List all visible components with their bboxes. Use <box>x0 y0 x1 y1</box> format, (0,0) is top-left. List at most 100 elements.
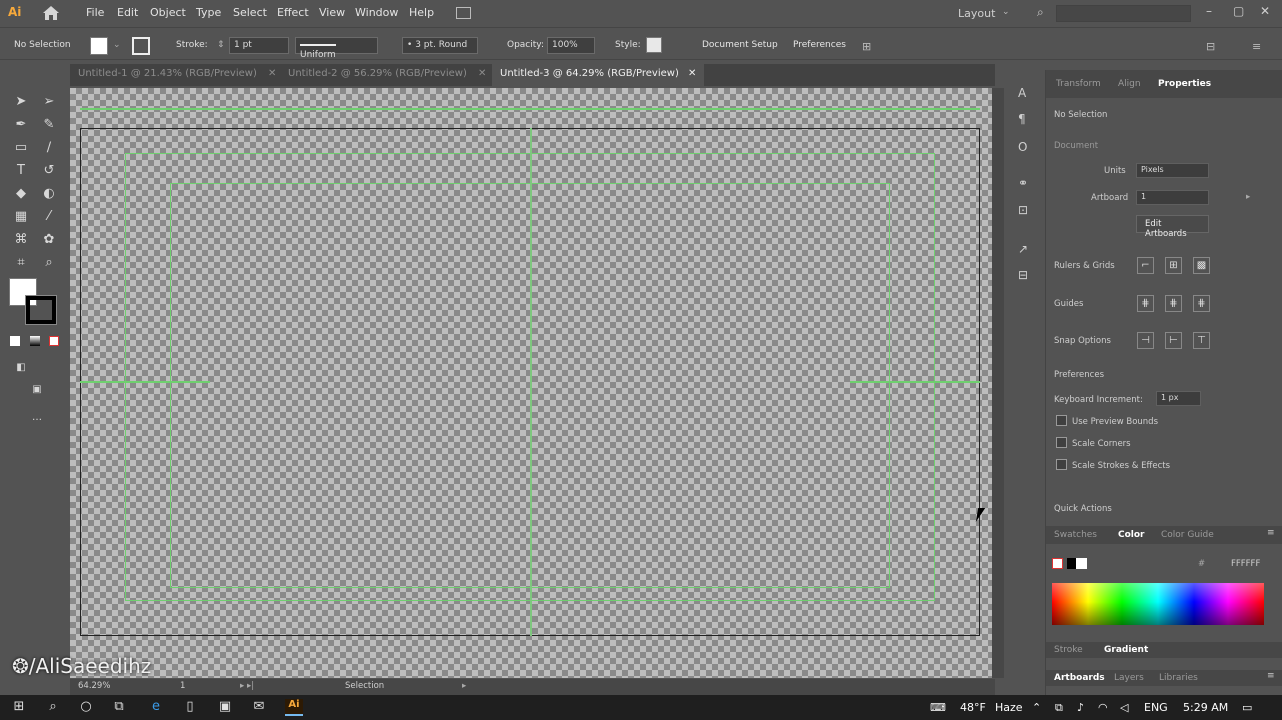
close-icon[interactable]: ✕ <box>688 68 696 79</box>
units-dropdown[interactable]: Pixels <box>1136 163 1209 178</box>
shape-builder-tool-icon[interactable]: ◐ <box>38 182 60 204</box>
menu-window[interactable]: Window <box>355 6 398 19</box>
microphone-icon[interactable]: ♪ <box>1077 701 1084 714</box>
home-icon[interactable] <box>42 5 60 24</box>
artboard-dropdown[interactable]: 1 <box>1136 190 1209 205</box>
tab-layers[interactable]: Layers <box>1114 673 1144 683</box>
opentype-icon[interactable]: O <box>1018 140 1034 156</box>
gradient-tool-icon[interactable]: ▦ <box>10 205 32 227</box>
zoom-tool-icon[interactable]: ⌕ <box>38 251 60 273</box>
tab-color[interactable]: Color <box>1118 530 1145 540</box>
export-icon[interactable]: ↗ <box>1018 242 1034 258</box>
language[interactable]: ENG <box>1144 701 1168 714</box>
none-color-icon[interactable] <box>1052 558 1063 569</box>
wifi-icon[interactable]: ◠ <box>1098 701 1108 714</box>
artboard-tool-icon[interactable]: ⌗ <box>10 251 32 273</box>
brush-tool-icon[interactable]: ∕ <box>38 136 60 158</box>
volume-icon[interactable]: ◁ <box>1120 701 1128 714</box>
tab-artboards[interactable]: Artboards <box>1054 673 1105 683</box>
close-button[interactable]: ✕ <box>1260 4 1270 18</box>
libraries-icon[interactable]: ⊡ <box>1018 203 1034 219</box>
none-mode-icon[interactable] <box>49 336 59 346</box>
tab-transform[interactable]: Transform <box>1056 79 1101 89</box>
cortana-icon[interactable]: ○ <box>77 699 95 716</box>
menu-select[interactable]: Select <box>233 6 267 19</box>
network-icon[interactable]: ⧉ <box>1055 701 1063 715</box>
links-icon[interactable]: ⚭ <box>1018 176 1034 192</box>
tab-untitled-3[interactable]: Untitled-3 @ 64.29% (RGB/Preview) <box>500 68 679 79</box>
smart-guides-icon[interactable]: ⋕ <box>1193 295 1210 312</box>
layout-select[interactable]: Layout <box>958 7 995 20</box>
menu-object[interactable]: Object <box>150 6 186 19</box>
artboard-number[interactable]: 1 <box>180 681 185 691</box>
next-artboard-icon[interactable]: ▸ <box>1246 192 1250 202</box>
eraser-tool-icon[interactable]: ◆ <box>10 182 32 204</box>
rulers-icon[interactable]: ⌐ <box>1137 257 1154 274</box>
draw-mode-icon[interactable]: ◧ <box>10 356 32 378</box>
stroke-swatch[interactable] <box>132 37 150 55</box>
direct-selection-tool-icon[interactable]: ➢ <box>38 90 60 112</box>
menu-edit[interactable]: Edit <box>117 6 138 19</box>
tab-properties[interactable]: Properties <box>1158 79 1211 89</box>
vertical-scrollbar[interactable] <box>992 88 1004 678</box>
eyedropper-tool-icon[interactable]: ⁄ <box>38 205 60 227</box>
artboard-nav-icon[interactable]: ▸ ▸| <box>240 681 254 691</box>
lock-guides-icon[interactable]: ⋕ <box>1165 295 1182 312</box>
notification-icon[interactable]: ▭ <box>1242 701 1252 714</box>
color-mode-icon[interactable] <box>10 336 20 346</box>
hex-input[interactable]: FFFFFF <box>1231 559 1260 569</box>
scale-corners-checkbox[interactable] <box>1056 437 1067 448</box>
panel-menu-icon[interactable]: ≡ <box>1267 528 1275 538</box>
chevron-down-icon[interactable]: ⌄ <box>113 40 121 50</box>
store-icon[interactable]: ▣ <box>216 699 234 716</box>
grid-icon[interactable]: ⊞ <box>1165 257 1182 274</box>
menu-type[interactable]: Type <box>196 6 221 19</box>
blend-tool-icon[interactable]: ⌘ <box>10 228 32 250</box>
rotate-tool-icon[interactable]: ↺ <box>38 159 60 181</box>
edit-artboards-button[interactable]: Edit Artboards <box>1136 215 1209 239</box>
tab-gradient[interactable]: Gradient <box>1104 645 1148 655</box>
menu-view[interactable]: View <box>319 6 345 19</box>
menu-effect[interactable]: Effect <box>277 6 309 19</box>
pen-tool-icon[interactable]: ✒ <box>10 113 32 135</box>
scale-strokes-checkbox[interactable] <box>1056 459 1067 470</box>
snap-point-icon[interactable]: ⊣ <box>1137 332 1154 349</box>
search-input[interactable] <box>1056 5 1191 22</box>
search-icon[interactable]: ⌕ <box>44 699 62 716</box>
opacity-input[interactable]: 100% <box>547 37 595 54</box>
stroke-weight-input[interactable]: 1 pt <box>229 37 289 54</box>
stroke-color-box[interactable] <box>25 295 57 325</box>
style-swatch[interactable] <box>646 37 662 53</box>
curvature-tool-icon[interactable]: ✎ <box>38 113 60 135</box>
character-icon[interactable]: A <box>1018 86 1034 102</box>
panel-menu-icon[interactable]: ≡ <box>1267 671 1275 681</box>
close-icon[interactable]: ✕ <box>478 68 486 79</box>
show-guides-icon[interactable]: ⋕ <box>1137 295 1154 312</box>
preferences-button[interactable]: Preferences <box>787 37 852 55</box>
menu-file[interactable]: File <box>86 6 104 19</box>
arrange-icon[interactable]: ⊞ <box>862 40 871 53</box>
transparency-grid-icon[interactable]: ▩ <box>1193 257 1210 274</box>
mail-icon[interactable]: ✉ <box>250 699 268 716</box>
illustrator-taskbar-icon[interactable]: Ai <box>285 699 303 716</box>
keyboard-increment-input[interactable]: 1 px <box>1156 391 1201 406</box>
document-setup-button[interactable]: Document Setup <box>696 37 784 55</box>
brush-dropdown[interactable]: • 3 pt. Round <box>402 37 478 54</box>
panel-menu-icon[interactable]: ≡ <box>1252 40 1261 53</box>
color-spectrum[interactable] <box>1052 583 1264 625</box>
fill-swatch[interactable] <box>90 37 108 55</box>
edge-icon[interactable]: e <box>147 699 165 716</box>
tab-stroke[interactable]: Stroke <box>1054 645 1083 655</box>
paragraph-icon[interactable]: ¶ <box>1018 112 1034 128</box>
chevron-up-icon[interactable]: ⌃ <box>1032 701 1041 714</box>
minimize-button[interactable]: – <box>1206 4 1212 18</box>
align-icon[interactable]: ⊟ <box>1206 40 1215 53</box>
profile-dropdown[interactable]: Uniform <box>295 37 378 60</box>
close-icon[interactable]: ✕ <box>268 68 276 79</box>
snap-grid-icon[interactable]: ⊢ <box>1165 332 1182 349</box>
asset-export-icon[interactable]: ⊟ <box>1018 268 1034 284</box>
tab-libraries[interactable]: Libraries <box>1159 673 1198 683</box>
tab-swatches[interactable]: Swatches <box>1054 530 1097 540</box>
gradient-mode-icon[interactable] <box>30 336 40 346</box>
rectangle-tool-icon[interactable]: ▭ <box>10 136 32 158</box>
